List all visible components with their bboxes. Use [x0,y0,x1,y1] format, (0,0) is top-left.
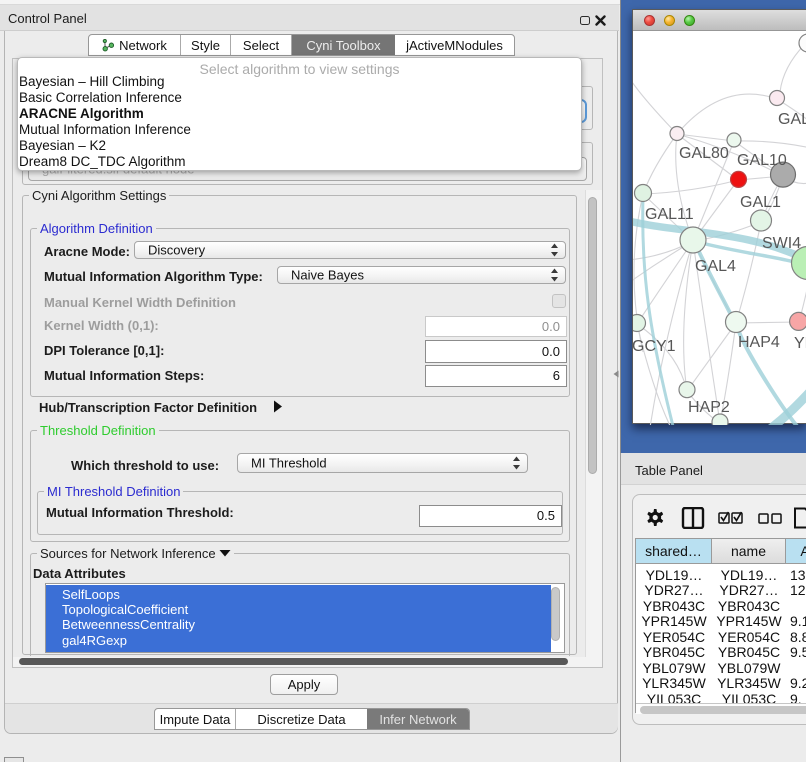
svg-text:HAP2: HAP2 [688,399,730,416]
svg-text:GAL7: GAL7 [778,111,806,128]
svg-text:GAL4: GAL4 [695,258,736,275]
svg-text:GCY1: GCY1 [633,338,676,355]
svg-text:GAL11: GAL11 [645,206,694,223]
svg-text:HAP4: HAP4 [738,334,780,351]
svg-text:GAL80: GAL80 [679,145,729,162]
svg-text:YM: YM [794,335,806,352]
svg-text:SWI4: SWI4 [762,235,801,252]
svg-text:GAL1: GAL1 [740,194,781,211]
svg-text:GAL10: GAL10 [737,152,787,169]
